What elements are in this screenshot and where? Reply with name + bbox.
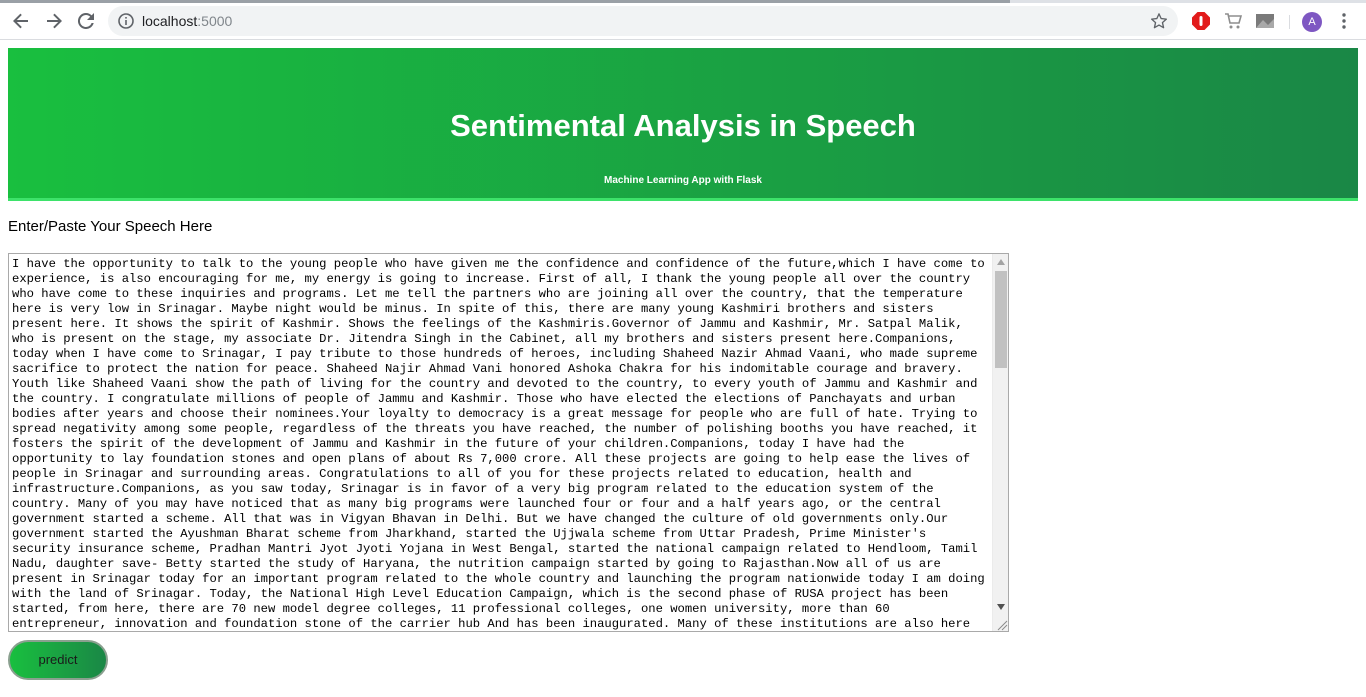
back-arrow-icon[interactable] [7, 7, 35, 35]
image-icon[interactable] [1255, 11, 1275, 31]
page-subtitle: Machine Learning App with Flask [604, 175, 762, 186]
reload-icon[interactable] [72, 7, 100, 35]
scroll-thumb[interactable] [995, 271, 1007, 368]
adblock-icon[interactable] [1191, 11, 1211, 31]
star-icon[interactable] [1150, 12, 1168, 30]
url-text: localhost:5000 [142, 13, 232, 29]
predict-button[interactable]: predict [8, 640, 108, 680]
url-host: localhost [142, 13, 198, 29]
speech-input-label: Enter/Paste Your Speech Here [8, 218, 213, 235]
info-icon[interactable] [118, 13, 134, 29]
speech-text[interactable]: I have the opportunity to talk to the yo… [12, 257, 988, 631]
hero-banner: Sentimental Analysis in Speech Machine L… [8, 48, 1358, 201]
page-title: Sentimental Analysis in Speech [450, 108, 916, 143]
toolbar-separator [1289, 15, 1290, 29]
speech-textarea[interactable]: I have the opportunity to talk to the yo… [8, 253, 1009, 632]
browser-toolbar: localhost:5000 A [0, 3, 1366, 40]
cart-icon[interactable] [1223, 11, 1243, 31]
scroll-down-icon[interactable] [993, 599, 1008, 615]
forward-arrow-icon[interactable] [40, 7, 68, 35]
resize-grip-icon[interactable] [994, 617, 1008, 631]
kebab-menu-icon[interactable] [1336, 11, 1352, 31]
address-bar[interactable]: localhost:5000 [108, 6, 1178, 36]
url-port: :5000 [197, 13, 233, 29]
scroll-up-icon[interactable] [993, 254, 1008, 270]
avatar[interactable]: A [1302, 12, 1322, 32]
textarea-scrollbar[interactable] [992, 254, 1008, 631]
